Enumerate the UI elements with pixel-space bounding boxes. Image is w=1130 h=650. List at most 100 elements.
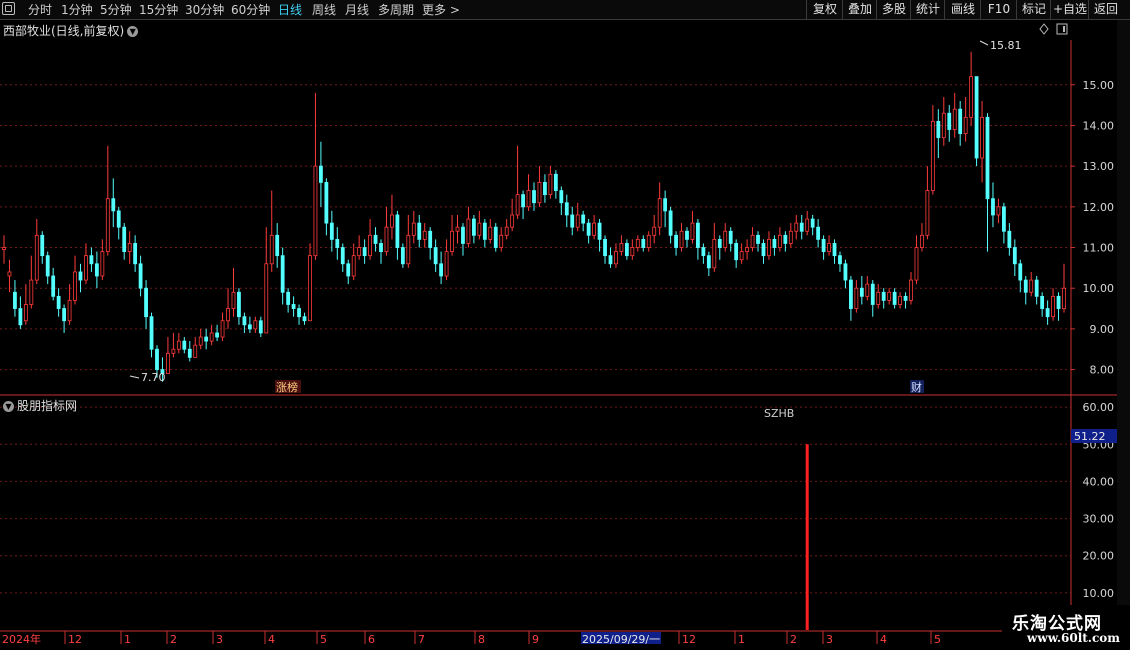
candle-body [816, 226, 821, 240]
candle-body [750, 234, 755, 248]
stock-title[interactable]: 西部牧业(日线,前复权) ▼ [3, 22, 139, 39]
candle-body [559, 190, 564, 204]
candle-body [100, 251, 105, 277]
event-marker-label[interactable]: 涨榜 [276, 380, 298, 394]
candle-body [630, 247, 635, 257]
date-tick-label: 4 [880, 633, 887, 646]
chevron-down-icon[interactable]: ▼ [3, 401, 14, 412]
candle-body [149, 316, 154, 350]
tab-period-0[interactable]: 分时 [28, 2, 52, 18]
candle-body [13, 291, 17, 309]
candle-body [1056, 295, 1061, 309]
tab-period-10[interactable]: 更多 > [422, 2, 460, 18]
candle-body [619, 243, 624, 252]
date-tick-label: 5 [934, 633, 941, 646]
toolbar-button-5[interactable]: F10 [980, 0, 1017, 19]
chevron-down-icon[interactable]: ▼ [127, 26, 139, 37]
toolbar-button-1[interactable]: 叠加 [842, 0, 877, 19]
candle-body [925, 190, 930, 236]
candle-body [756, 234, 760, 244]
candle-body [111, 198, 116, 212]
tab-period-7[interactable]: 周线 [312, 2, 336, 18]
date-tick-label: 1 [738, 633, 745, 646]
candle-body [706, 255, 711, 269]
tab-period-3[interactable]: 15分钟 [139, 2, 178, 18]
candle-body [242, 316, 247, 326]
candle-body [340, 247, 345, 265]
candle-body [728, 230, 733, 244]
candle-body [379, 243, 383, 252]
candle-body [586, 222, 591, 236]
price-tick-label: 12.00 [1083, 201, 1115, 214]
toolbar-button-6[interactable]: 标记 [1016, 0, 1051, 19]
toolbar-button-7[interactable]: +自选 [1050, 0, 1089, 19]
toolbar-button-3[interactable]: 统计 [910, 0, 945, 19]
candle-body [941, 112, 946, 139]
menu-icon[interactable] [2, 2, 15, 15]
date-tick-label: 9 [532, 633, 539, 646]
candle-body [1029, 279, 1034, 293]
candle-body [696, 222, 700, 248]
candle-body [1018, 263, 1023, 281]
tab-period-4[interactable]: 30分钟 [185, 2, 224, 18]
toolbar-button-0[interactable]: 复权 [806, 0, 843, 19]
candle-body [898, 295, 902, 305]
candle-body [1034, 279, 1039, 297]
tab-period-2[interactable]: 5分钟 [100, 2, 132, 18]
candle-body [701, 247, 706, 257]
tab-period-1[interactable]: 1分钟 [61, 2, 93, 18]
candle-body [335, 238, 340, 248]
candle-body [614, 251, 618, 265]
candle-body [876, 291, 881, 305]
indicator-bar-series [805, 444, 809, 630]
tab-period-9[interactable]: 多周期 [378, 2, 414, 18]
candle-body [247, 324, 252, 330]
candle-body [302, 316, 307, 322]
toolbar-button-2[interactable]: 多股 [876, 0, 911, 19]
candle-body [62, 308, 67, 322]
candle-body [854, 287, 859, 309]
toolbar-button-8[interactable]: 返回 [1088, 0, 1123, 19]
candle-body [914, 247, 919, 281]
candle-body [1062, 287, 1066, 309]
candle-body [526, 190, 531, 208]
candle-body [187, 348, 192, 358]
candle-body [685, 230, 689, 240]
candle-body [73, 271, 77, 301]
candle-body [865, 283, 870, 297]
candle-body [537, 182, 542, 204]
candle-body [67, 300, 72, 322]
candle-body [428, 230, 433, 248]
candle-body [958, 108, 963, 134]
candle-body [532, 190, 536, 204]
candle-body [504, 226, 509, 236]
candle-body [209, 332, 214, 342]
candle-body [859, 287, 864, 297]
stock-title-text: 西部牧业(日线,前复权) [3, 24, 125, 38]
candle-body [892, 291, 897, 305]
candle-body [433, 247, 438, 265]
candle-body [390, 214, 394, 228]
candle-body [280, 255, 285, 293]
candle-body [936, 120, 941, 139]
tab-period-5[interactable]: 60分钟 [231, 2, 270, 18]
candle-body [838, 255, 842, 265]
candle-body [887, 291, 892, 301]
candle-body [1023, 279, 1028, 293]
indicator-tick-label: 10.00 [1083, 587, 1115, 600]
tab-period-6[interactable]: 日线 [278, 2, 302, 18]
toolbar-button-4[interactable]: 画线 [944, 0, 981, 19]
candle-body [215, 332, 219, 338]
candle-body [357, 247, 362, 257]
tab-period-8[interactable]: 月线 [345, 2, 369, 18]
event-marker-label[interactable]: 财 [911, 380, 922, 394]
chart-area[interactable]: 15.00 14.00 13.00 12.00 11.00 10.00 9.00 8.00 6… [0, 20, 1130, 650]
candle-body [127, 243, 132, 252]
candle-body [980, 116, 984, 159]
candle-body [657, 198, 662, 228]
indicator-title[interactable]: ▼ 股朋指标网 [3, 397, 77, 414]
candle-body [466, 218, 471, 244]
candle-body [138, 263, 143, 289]
candle-body [89, 255, 94, 265]
date-tick-label: 3 [216, 633, 223, 646]
